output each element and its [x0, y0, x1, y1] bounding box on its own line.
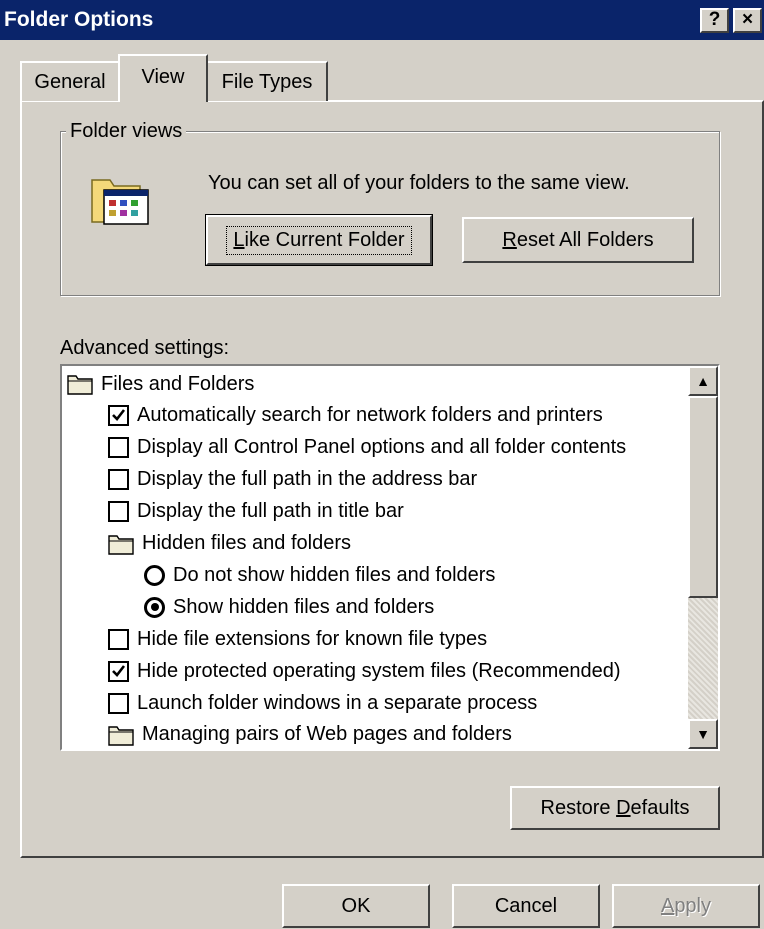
tab-view[interactable]: View: [118, 54, 208, 102]
folder-icon: [67, 373, 93, 395]
restore-defaults-label: Restore Defaults: [540, 796, 690, 819]
folder-views-legend: Folder views: [66, 120, 187, 142]
radio[interactable]: [144, 564, 165, 586]
restore-defaults-button[interactable]: Restore Defaults: [510, 786, 720, 830]
settings-row: Files and Folders: [67, 368, 254, 400]
checkbox[interactable]: [108, 692, 129, 714]
apply-button[interactable]: Apply: [612, 884, 760, 928]
reset-all-folders-button[interactable]: Reset All Folders: [462, 217, 694, 263]
settings-row[interactable]: Display the full path in title bar: [108, 496, 404, 528]
settings-row-label: Managing pairs of Web pages and folders: [142, 723, 512, 746]
scroll-down-button[interactable]: ▼: [688, 719, 718, 749]
checkbox[interactable]: [108, 469, 129, 491]
settings-row[interactable]: Do not show hidden files and folders: [144, 559, 495, 591]
help-button[interactable]: ?: [700, 8, 729, 33]
close-button[interactable]: ×: [733, 8, 762, 33]
scroll-up-button[interactable]: ▲: [688, 366, 718, 396]
settings-row-label: Show hidden files and folders: [173, 595, 435, 618]
folder-views-group: [60, 131, 720, 296]
window-title: Folder Options: [4, 8, 154, 31]
advanced-settings-label: Advanced settings:: [60, 337, 229, 359]
settings-row-label: Hide protected operating system files (R…: [137, 659, 621, 682]
settings-row[interactable]: Display the full path in the address bar: [108, 464, 477, 496]
list-scrollbar[interactable]: ▲ ▼: [688, 366, 718, 749]
cancel-button[interactable]: Cancel: [452, 884, 600, 928]
apply-label: Apply: [660, 894, 712, 917]
checkbox[interactable]: [108, 501, 129, 523]
settings-row[interactable]: Launch folder windows in a separate proc…: [108, 687, 537, 719]
settings-row-label: Automatically search for network folders…: [137, 404, 603, 427]
settings-row: Hidden files and folders: [108, 528, 351, 560]
settings-row-label: Hide file extensions for known file type…: [137, 627, 488, 650]
tab-file-types[interactable]: File Types: [208, 61, 328, 101]
like-current-folder-label: Like Current Folder: [226, 225, 412, 255]
settings-row-label: Files and Folders: [101, 372, 255, 395]
folder-icon: [108, 724, 134, 746]
tab-general[interactable]: General: [20, 61, 118, 101]
settings-row[interactable]: Show hidden files and folders: [144, 591, 434, 623]
ok-button[interactable]: OK: [282, 884, 430, 928]
radio-selected[interactable]: [144, 596, 165, 618]
settings-row[interactable]: Automatically search for network folders…: [108, 400, 603, 432]
settings-row-label: Display all Control Panel options and al…: [137, 436, 627, 459]
scroll-thumb[interactable]: [688, 396, 718, 598]
checkbox-checked[interactable]: [108, 405, 129, 427]
settings-row-label: Display the full path in title bar: [137, 500, 404, 523]
settings-row-label: Launch folder windows in a separate proc…: [137, 691, 538, 714]
settings-row[interactable]: Hide file extensions for known file type…: [108, 623, 487, 655]
checkbox[interactable]: [108, 437, 129, 459]
advanced-settings-list[interactable]: Files and Folders Automatically search fo…: [60, 364, 720, 751]
checkbox[interactable]: [108, 628, 129, 650]
settings-row-label: Do not show hidden files and folders: [173, 563, 496, 586]
settings-row[interactable]: Display all Control Panel options and al…: [108, 432, 626, 464]
folder-options-dialog: Folder Options ? × General View File Typ…: [0, 0, 764, 929]
settings-row[interactable]: Hide protected operating system files (R…: [108, 655, 621, 687]
folder-icon: [108, 533, 134, 555]
folder-view-icon: [90, 170, 154, 235]
settings-row-label: Display the full path in the address bar: [137, 468, 478, 491]
checkbox-checked[interactable]: [108, 660, 129, 682]
folder-views-description: You can set all of your folders to the s…: [208, 172, 630, 194]
title-bar: Folder Options ? ×: [0, 0, 764, 40]
like-current-folder-button[interactable]: Like Current Folder: [205, 214, 433, 266]
settings-row-label: Hidden files and folders: [142, 532, 352, 554]
settings-row: Managing pairs of Web pages and folders: [108, 719, 512, 749]
reset-all-folders-label: Reset All Folders: [502, 228, 654, 251]
